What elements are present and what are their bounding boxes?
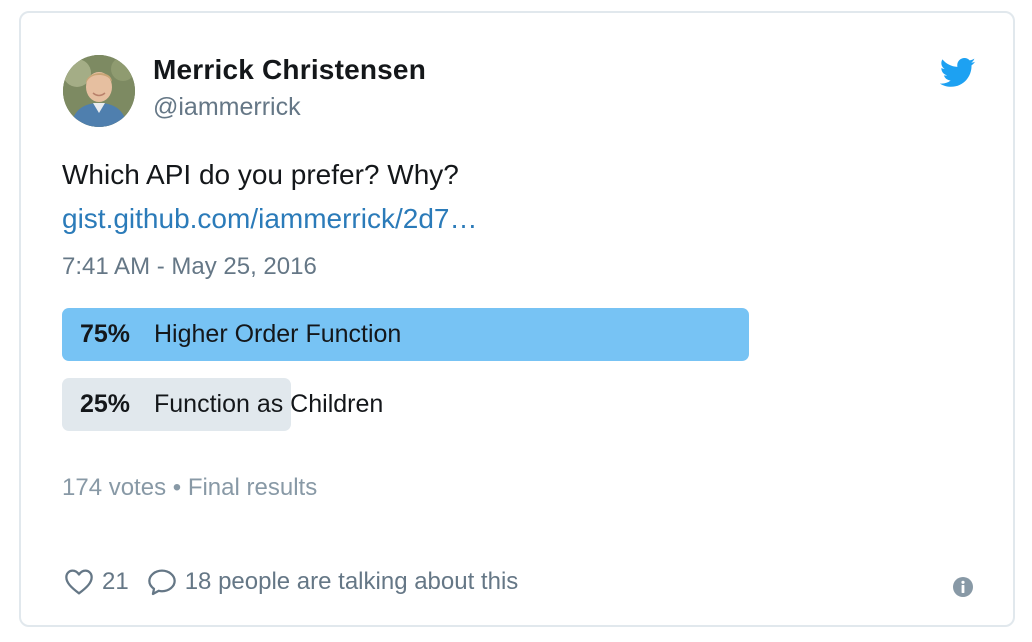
reply-bubble-icon[interactable]: [145, 566, 179, 598]
talking-text[interactable]: 18 people are talking about this: [185, 568, 519, 596]
info-icon[interactable]: [952, 576, 974, 598]
poll-label: Function as Children: [154, 390, 384, 418]
tweet-link[interactable]: gist.github.com/iammerrick/2d7…: [62, 200, 477, 238]
poll-option-2: 25% Function as Children: [62, 378, 762, 431]
poll-option-1: 75% Higher Order Function: [62, 308, 762, 361]
avatar[interactable]: [63, 55, 135, 127]
heart-icon[interactable]: [62, 566, 96, 598]
twitter-bird-icon[interactable]: [940, 58, 976, 88]
author-handle[interactable]: @iammerrick: [153, 91, 301, 123]
like-count[interactable]: 21: [102, 568, 129, 596]
tweet-footer: 21 18 people are talking about this: [62, 565, 518, 599]
timestamp[interactable]: 7:41 AM - May 25, 2016: [62, 251, 317, 283]
author-name[interactable]: Merrick Christensen: [153, 53, 426, 87]
poll-meta: 174 votes • Final results: [62, 474, 318, 501]
tweet-text: Which API do you prefer? Why?: [62, 159, 459, 190]
avatar-photo-icon: [63, 55, 135, 127]
poll-percent: 75%: [80, 320, 131, 348]
poll-percent: 25%: [80, 390, 131, 418]
poll-label: Higher Order Function: [154, 320, 402, 348]
tweet-card: Merrick Christensen @iammerrick Which AP…: [19, 11, 1015, 627]
